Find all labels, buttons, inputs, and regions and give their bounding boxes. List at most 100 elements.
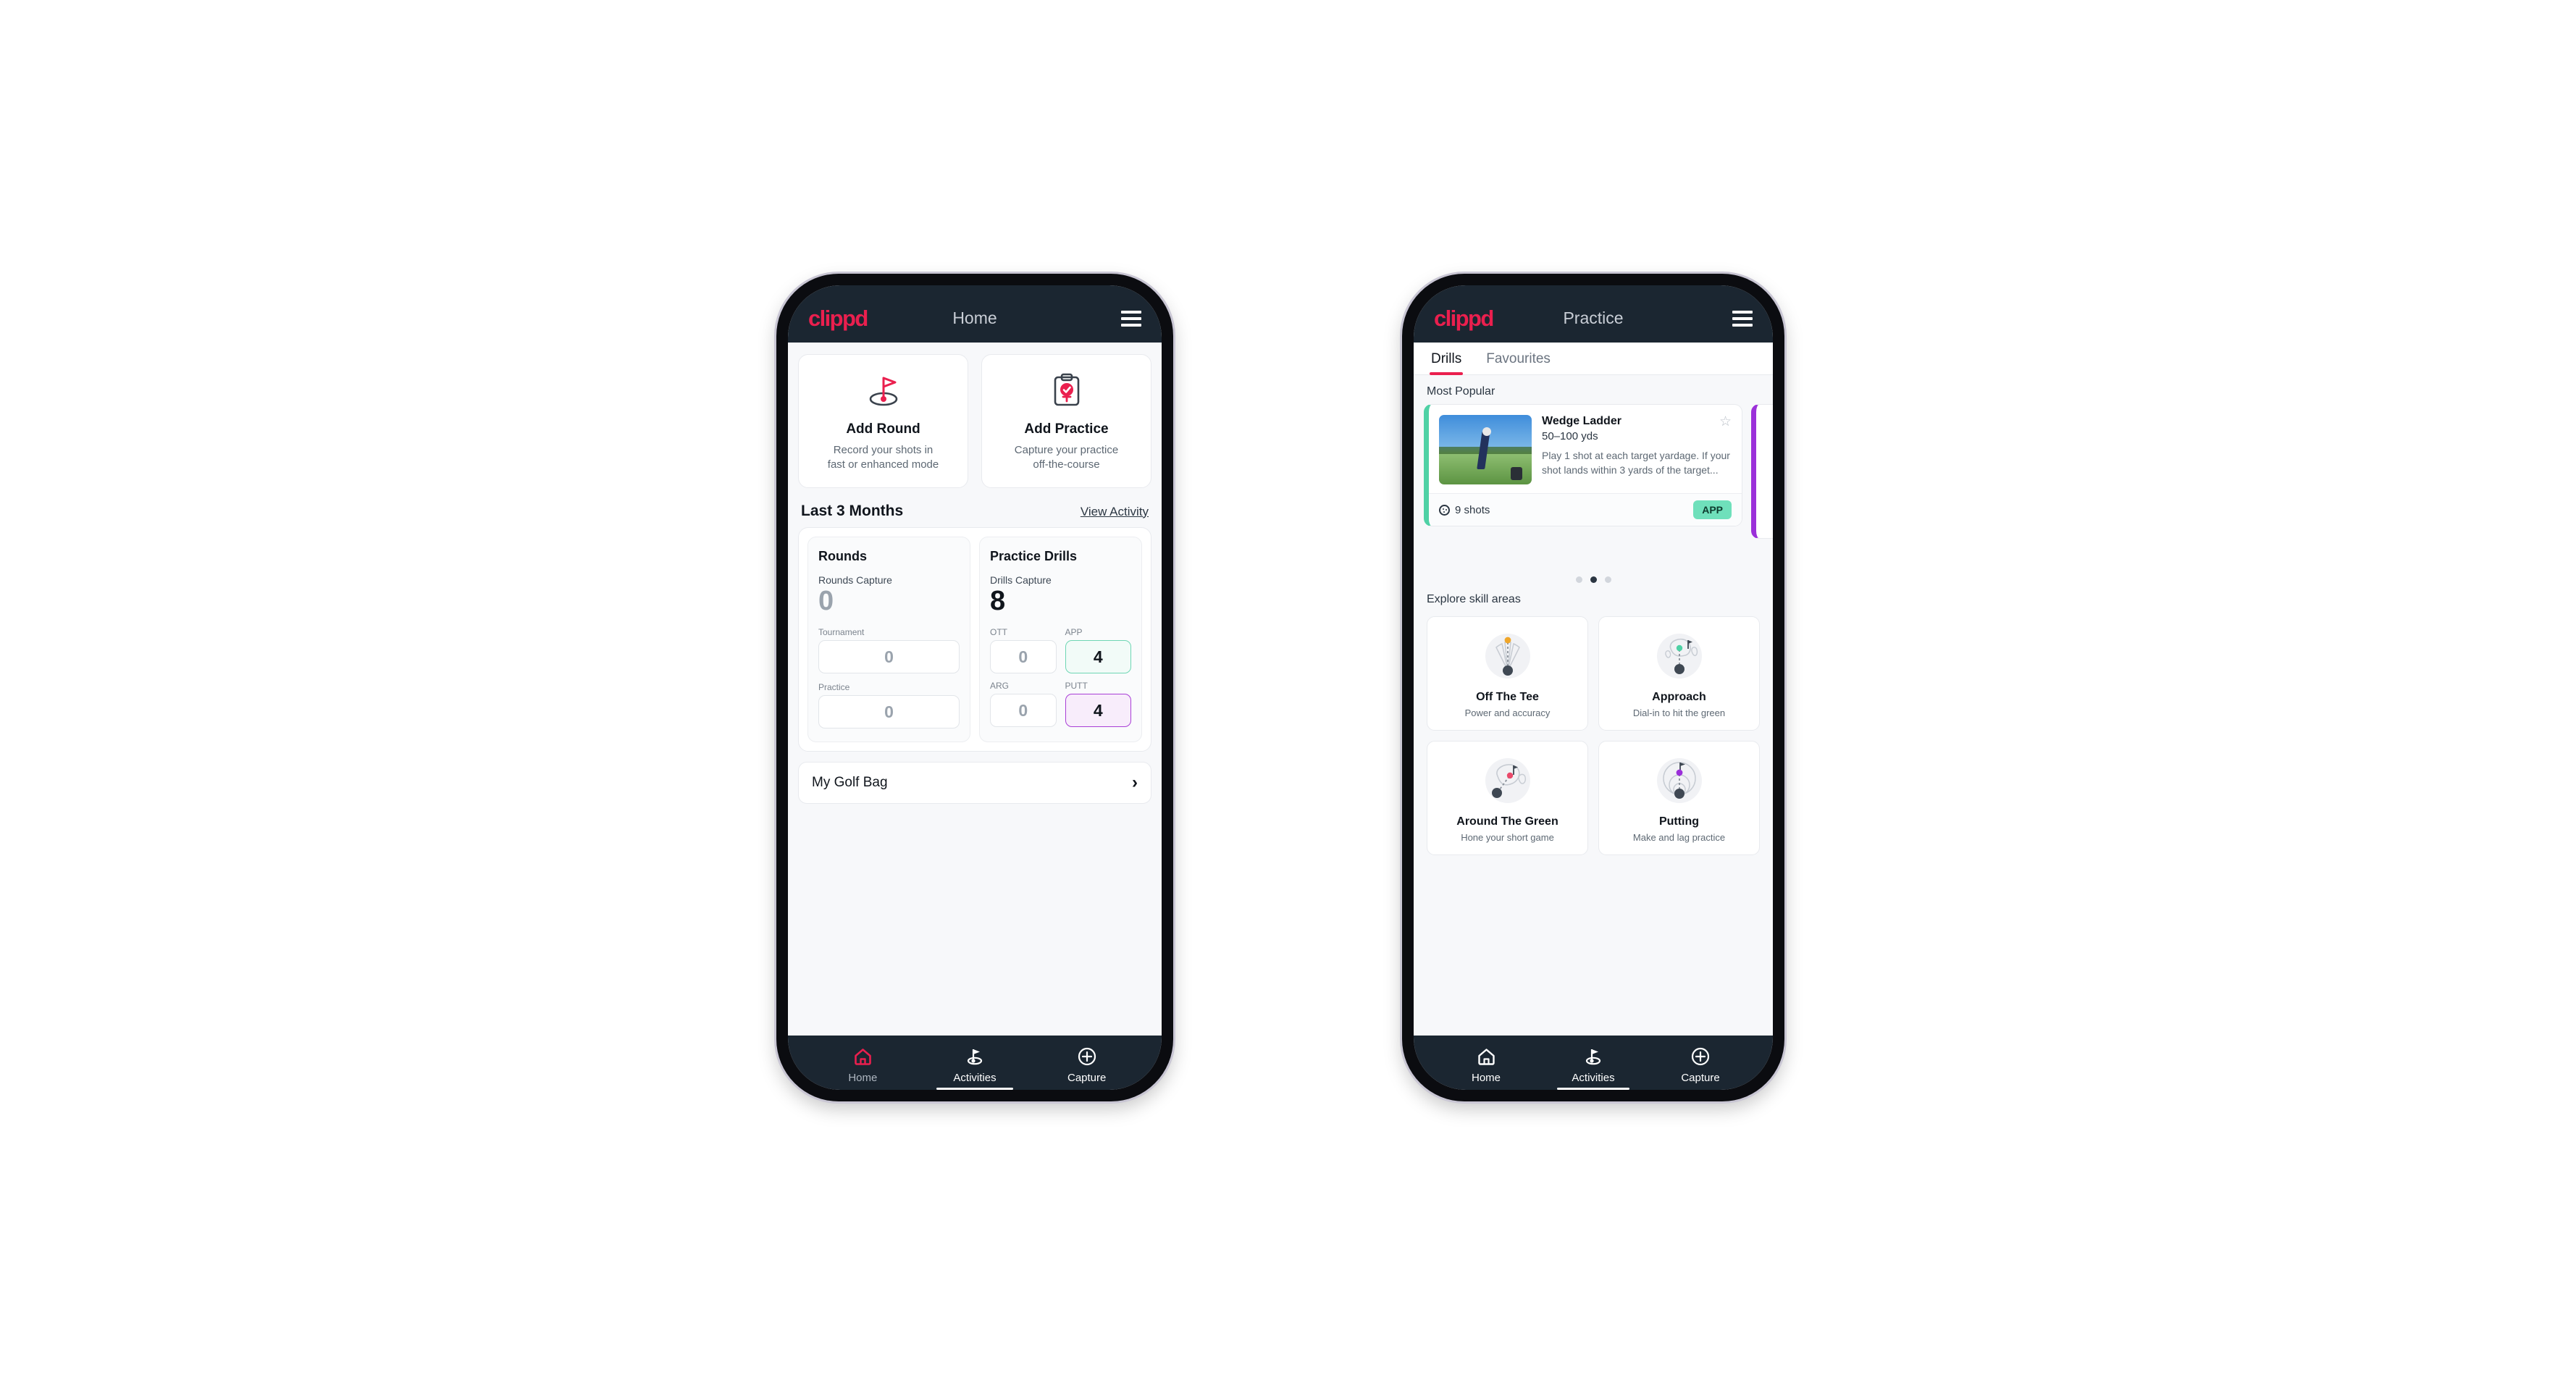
practice-bottom-nav: Home Activities Capture (1414, 1036, 1773, 1090)
ott-value-tile[interactable]: 0 (990, 640, 1057, 674)
clippd-logo[interactable]: clippd (808, 307, 868, 329)
nav-item-home[interactable]: Home (807, 1046, 919, 1084)
putt-tile-group: PUTT 4 (1065, 681, 1131, 728)
practice-body: Most Popular Wedge Ladder ☆ 50–100 yds P… (1414, 375, 1773, 1036)
drills-capture-value: 8 (990, 585, 1006, 616)
drill-card-footer: 9 shots APP (1429, 493, 1742, 526)
section-title: Last 3 Months (801, 502, 904, 519)
skill-card-putting[interactable]: Putting Make and lag practice (1598, 741, 1760, 855)
nav-label-activities: Activities (953, 1072, 997, 1084)
home-body: Add Round Record your shots in fast or e… (788, 343, 1162, 1036)
putting-rings-icon (1605, 753, 1753, 808)
app-value-tile[interactable]: 4 (1065, 640, 1131, 674)
tournament-label: Tournament (818, 627, 865, 638)
most-popular-label: Most Popular (1427, 385, 1495, 398)
rounds-heading: Rounds (818, 548, 867, 563)
drill-yardage: 50–100 yds (1542, 430, 1598, 442)
rounds-capture-value: 0 (818, 585, 834, 616)
arg-label: ARG (990, 681, 1010, 692)
drill-card-wedge-ladder[interactable]: Wedge Ladder ☆ 50–100 yds Play 1 shot at… (1424, 404, 1742, 526)
golf-flag-icon (806, 371, 960, 410)
tournament-value-tile[interactable]: 0 (818, 640, 960, 674)
drill-carousel[interactable]: Wedge Ladder ☆ 50–100 yds Play 1 shot at… (1414, 404, 1773, 571)
my-golf-bag-label: My Golf Bag (812, 775, 888, 791)
drill-thumbnail (1439, 415, 1532, 484)
drill-tile-grid: OTT 0 APP 4 ARG 0 PUTT 4 (990, 627, 1131, 728)
nav-label-home: Home (848, 1072, 878, 1084)
nav-label-capture: Capture (1681, 1072, 1720, 1084)
chip-green-icon (1433, 753, 1582, 808)
green-approach-icon (1605, 629, 1753, 684)
view-activity-link[interactable]: View Activity (1081, 505, 1149, 519)
carousel-dot-3[interactable] (1604, 576, 1611, 583)
skill-card-approach[interactable]: Approach Dial-in to hit the green (1598, 616, 1760, 731)
chevron-right-icon: › (1132, 773, 1138, 793)
next-drill-card-peek[interactable] (1751, 404, 1773, 539)
ott-label: OTT (990, 627, 1007, 638)
drill-description: Play 1 shot at each target yardage. If y… (1542, 450, 1730, 476)
arg-value-tile[interactable]: 0 (990, 694, 1057, 728)
nav-item-activities[interactable]: Activities (1540, 1046, 1647, 1090)
add-round-subtitle-line2: fast or enhanced mode (827, 458, 939, 471)
nav-label-home: Home (1471, 1072, 1501, 1084)
skill-card-off-the-tee[interactable]: Off The Tee Power and accuracy (1427, 616, 1588, 731)
add-practice-title: Add Practice (1024, 421, 1109, 437)
practice-appbar: clippd Practice (1414, 285, 1773, 343)
practice-screen: clippd Practice Drills Favourites Most P… (1414, 285, 1773, 1090)
carousel-dot-2[interactable] (1590, 576, 1597, 583)
nav-item-capture[interactable]: Capture (1647, 1046, 1754, 1084)
skill-card-around-the-green[interactable]: Around The Green Hone your short game (1427, 741, 1588, 855)
ott-tile-group: OTT 0 (990, 627, 1057, 674)
my-golf-bag-row[interactable]: My Golf Bag › (798, 762, 1151, 805)
practice-tabs: Drills Favourites (1414, 343, 1773, 375)
nav-label-activities: Activities (1572, 1072, 1615, 1084)
rounds-column: Rounds Rounds Capture 0 Tournament 0 Pra… (807, 536, 970, 743)
tournament-tile-group: Tournament 0 (818, 627, 960, 674)
skill-sub-off-the-tee: Power and accuracy (1464, 707, 1551, 718)
screenshot-canvas: clippd Home Add Round Record your shots … (0, 0, 2576, 1386)
practice-value-tile[interactable]: 0 (818, 695, 960, 729)
golf-flag-icon (919, 1046, 1031, 1067)
skill-title-approach: Approach (1652, 691, 1706, 703)
nav-active-indicator (936, 1088, 1013, 1090)
tab-drills[interactable]: Drills (1430, 343, 1464, 375)
explore-skill-areas-label: Explore skill areas (1427, 593, 1521, 605)
app-tile-group: APP 4 (1065, 627, 1131, 674)
nav-label-capture: Capture (1067, 1072, 1107, 1084)
home-bottom-nav: Home Activities Capture (788, 1036, 1162, 1090)
drill-shots-label: 9 shots (1455, 503, 1490, 516)
tab-favourites[interactable]: Favourites (1485, 343, 1552, 374)
hamburger-menu-icon[interactable] (1121, 310, 1141, 327)
nav-item-home[interactable]: Home (1432, 1046, 1540, 1084)
skill-title-putting: Putting (1658, 815, 1700, 828)
nav-item-capture[interactable]: Capture (1031, 1046, 1143, 1084)
practice-label: Practice (818, 682, 850, 693)
drill-title: Wedge Ladder (1542, 415, 1621, 427)
phone-device-practice: clippd Practice Drills Favourites Most P… (1402, 274, 1784, 1101)
drill-info: Wedge Ladder ☆ 50–100 yds Play 1 shot at… (1542, 415, 1732, 484)
rounds-capture-label: Rounds Capture (818, 574, 892, 586)
putt-label: PUTT (1065, 681, 1088, 692)
add-practice-subtitle-line1: Capture your practice (1014, 444, 1119, 456)
skill-sub-approach: Dial-in to hit the green (1632, 707, 1726, 718)
nav-item-activities[interactable]: Activities (919, 1046, 1031, 1090)
putt-value-tile[interactable]: 4 (1065, 694, 1131, 728)
add-round-card[interactable]: Add Round Record your shots in fast or e… (798, 354, 968, 488)
clipboard-check-icon (989, 371, 1144, 410)
drill-shots: 9 shots (1439, 504, 1490, 516)
golf-flag-icon (1540, 1046, 1647, 1067)
skill-title-off-the-tee: Off The Tee (1476, 691, 1539, 703)
arg-tile-group: ARG 0 (990, 681, 1057, 728)
carousel-dots[interactable] (1414, 571, 1773, 583)
add-practice-subtitle-line2: off-the-course (1033, 458, 1100, 471)
hamburger-menu-icon[interactable] (1732, 310, 1753, 327)
carousel-dot-1[interactable] (1575, 576, 1582, 583)
add-practice-card[interactable]: Add Practice Capture your practice off-t… (981, 354, 1151, 488)
quick-action-row: Add Round Record your shots in fast or e… (788, 343, 1162, 495)
clippd-logo[interactable]: clippd (1434, 307, 1494, 329)
add-round-subtitle-line1: Record your shots in (833, 444, 934, 456)
golf-ball-icon (1439, 504, 1450, 516)
drill-card-top: Wedge Ladder ☆ 50–100 yds Play 1 shot at… (1429, 405, 1742, 493)
skill-sub-putting: Make and lag practice (1632, 832, 1726, 843)
star-outline-icon[interactable]: ☆ (1719, 415, 1732, 429)
